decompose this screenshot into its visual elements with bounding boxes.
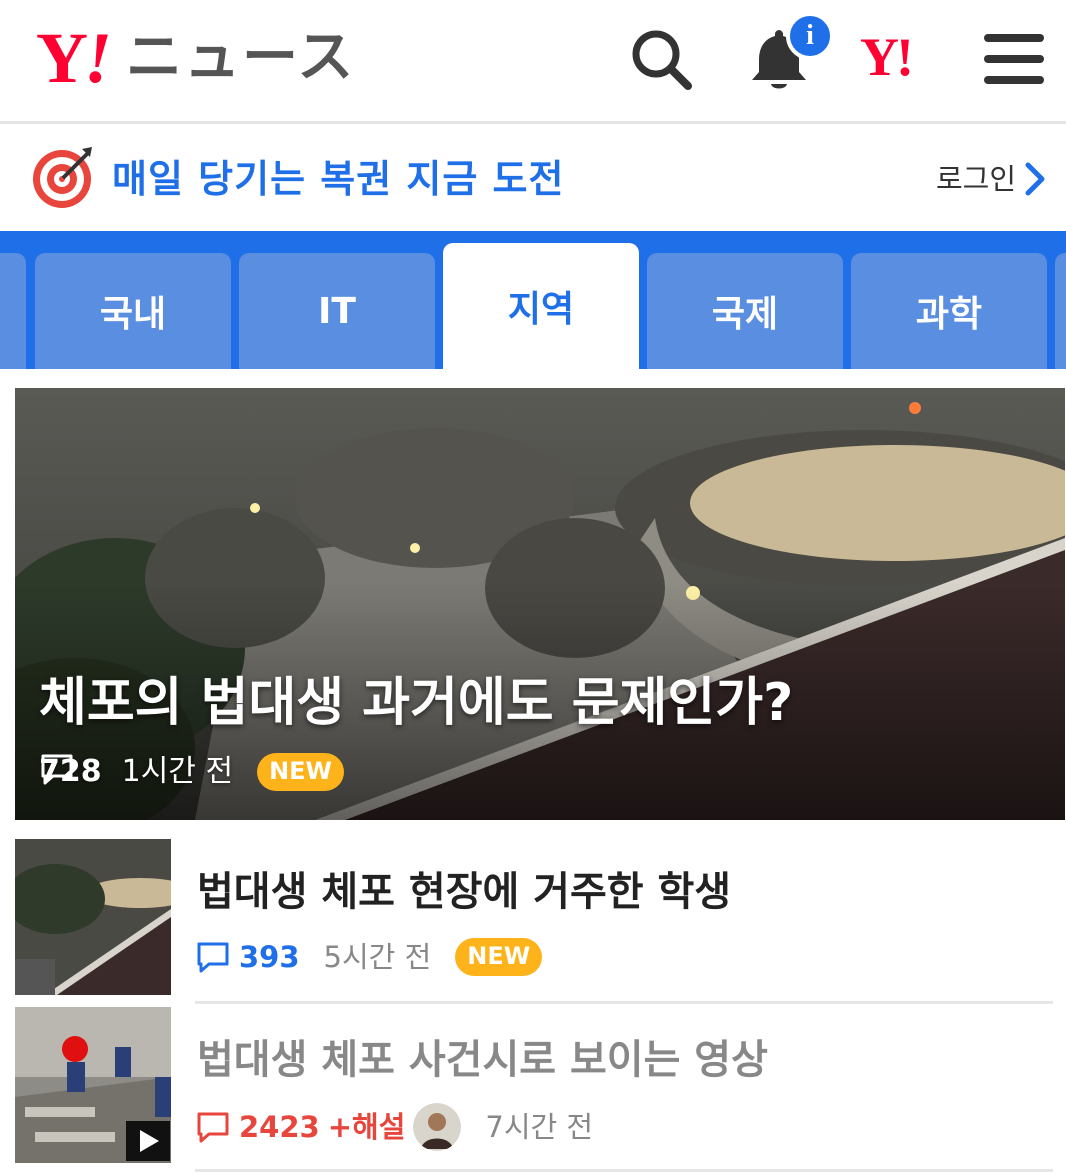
- article-meta: 2423 +해설 7시간 전: [195, 1103, 593, 1151]
- logo-y: Y: [36, 18, 88, 98]
- new-badge: NEW: [257, 753, 345, 791]
- logo-bang: !: [84, 18, 113, 98]
- top-header: Y ! ニュース i Y!: [0, 0, 1066, 124]
- tab-world[interactable]: 국제: [647, 253, 843, 369]
- list-divider: [195, 1001, 1053, 1004]
- new-badge: NEW: [455, 938, 543, 976]
- commentary-label[interactable]: +해설: [328, 1107, 406, 1147]
- article-title[interactable]: 법대생 체포 사건시로 보이는 영상: [197, 1035, 768, 1085]
- tab-it[interactable]: IT: [239, 253, 435, 369]
- article-title[interactable]: 법대생 체포 현장에 거주한 학생: [197, 867, 731, 917]
- article-time: 7시간 전: [485, 1110, 594, 1144]
- comment-icon: [41, 754, 73, 785]
- play-icon[interactable]: [126, 1121, 170, 1161]
- chevron-right-icon: [1025, 162, 1045, 196]
- list-item[interactable]: 법대생 체포 현장에 거주한 학생 393 5시간 전 NEW: [0, 839, 1066, 999]
- hero-meta: 728 1시간 전 NEW: [39, 752, 345, 792]
- comment-icon: [197, 942, 229, 973]
- tab-previous[interactable]: [0, 253, 26, 369]
- commentator-avatar: [413, 1103, 462, 1151]
- article-comment-count: 393: [239, 940, 300, 974]
- hero-article[interactable]: 체포의 법대생 과거에도 문제인가? 728 1시간 전 NEW: [15, 388, 1065, 820]
- login-label: 로그인: [935, 162, 1016, 196]
- article-meta: 393 5시간 전 NEW: [195, 937, 543, 977]
- tab-next[interactable]: [1055, 253, 1066, 369]
- article-comment-count: 2423: [239, 1110, 320, 1144]
- list-item[interactable]: 법대생 체포 사건시로 보이는 영상 2423 +해설 7시간 전: [0, 1007, 1066, 1167]
- article-time: 5시간 전: [323, 940, 432, 974]
- lottery-promo-bar[interactable]: 매일 당기는 복권 지금 도전 로그인: [0, 127, 1066, 231]
- yahoo-news-logo[interactable]: Y ! ニュース: [36, 18, 355, 98]
- yahoo-logo-icon[interactable]: Y!: [860, 30, 914, 84]
- logo-text: ニュース: [126, 25, 356, 90]
- article-thumbnail: [15, 839, 171, 995]
- promo-label[interactable]: 매일 당기는 복권 지금 도전: [112, 155, 564, 203]
- comment-icon: [197, 1112, 229, 1143]
- login-link[interactable]: 로그인: [936, 159, 1048, 199]
- notification-badge[interactable]: i: [786, 12, 834, 60]
- target-icon: [33, 147, 92, 208]
- tab-local[interactable]: 지역: [443, 243, 639, 369]
- tab-science[interactable]: 과학: [851, 253, 1047, 369]
- search-icon[interactable]: [626, 24, 696, 94]
- hero-time: 1시간 전: [121, 754, 234, 789]
- menu-icon[interactable]: [980, 24, 1050, 94]
- hero-title[interactable]: 체포의 법대생 과거에도 문제인가?: [39, 672, 793, 734]
- category-tabs: 국내 IT 지역 국제 과학: [0, 231, 1066, 369]
- tab-domestic[interactable]: 국내: [35, 253, 231, 369]
